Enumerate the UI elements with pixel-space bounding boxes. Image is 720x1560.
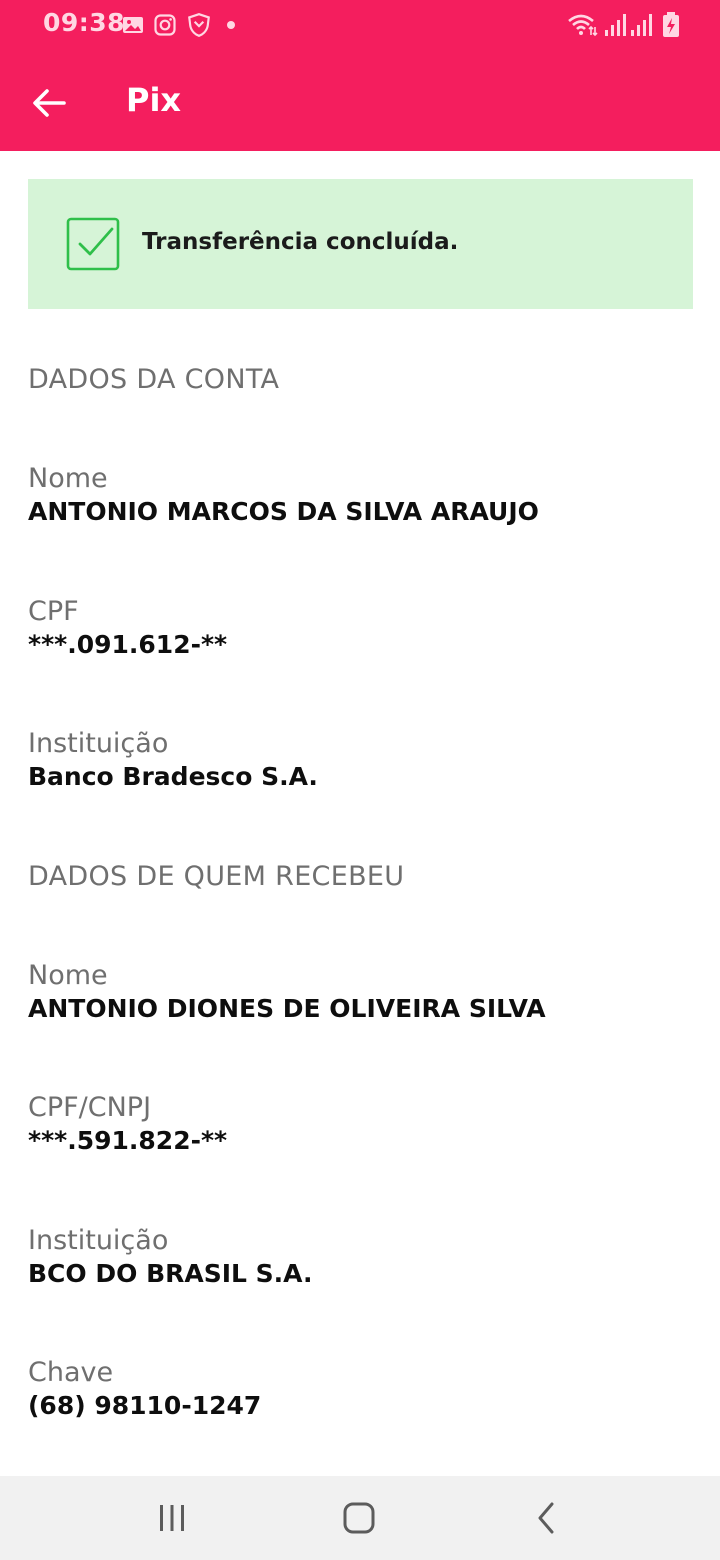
recipient-name-label: Nome [28, 960, 108, 991]
signal-icon [605, 14, 626, 36]
section-title-recipient: DADOS DE QUEM RECEBEU [28, 861, 405, 892]
success-banner: Transferência concluída. [28, 179, 693, 309]
shield-app-icon [188, 13, 210, 37]
account-institution-label: Instituição [28, 728, 169, 759]
back-nav-icon[interactable] [524, 1496, 568, 1540]
instagram-icon [154, 14, 176, 36]
recipient-institution-label: Instituição [28, 1225, 169, 1256]
account-institution-value: Banco Bradesco S.A. [28, 762, 318, 791]
status-time: 09:38 [43, 8, 126, 37]
account-name-label: Nome [28, 463, 108, 494]
recipient-document-value: ***.591.822-** [28, 1126, 228, 1155]
success-message: Transferência concluída. [142, 229, 459, 255]
dot-icon [227, 21, 235, 29]
recipient-institution-value: BCO DO BRASIL S.A. [28, 1259, 313, 1288]
account-name-value: ANTONIO MARCOS DA SILVA ARAUJO [28, 497, 539, 526]
status-bar: 09:38 [0, 0, 720, 52]
wifi-icon [568, 14, 598, 37]
page-title: Pix [126, 81, 182, 119]
system-nav-bar [0, 1476, 720, 1560]
section-title-account: DADOS DA CONTA [28, 364, 280, 395]
home-icon[interactable] [337, 1496, 381, 1540]
account-cpf-label: CPF [28, 596, 79, 627]
signal-icon-2 [631, 14, 652, 36]
recipient-name-value: ANTONIO DIONES DE OLIVEIRA SILVA [28, 994, 546, 1023]
recipient-document-label: CPF/CNPJ [28, 1092, 152, 1123]
recipient-key-value: (68) 98110-1247 [28, 1391, 262, 1420]
recents-icon[interactable] [150, 1496, 194, 1540]
checkbox-check-icon [66, 217, 120, 271]
top-bar: 09:38 Pix [0, 0, 720, 151]
gallery-icon [123, 17, 143, 33]
screen: 09:38 Pix Transferência concluída. DADOS… [0, 0, 720, 1560]
battery-charging-icon [663, 12, 679, 37]
back-arrow-button[interactable] [28, 82, 70, 124]
account-cpf-value: ***.091.612-** [28, 630, 228, 659]
recipient-key-label: Chave [28, 1357, 114, 1388]
